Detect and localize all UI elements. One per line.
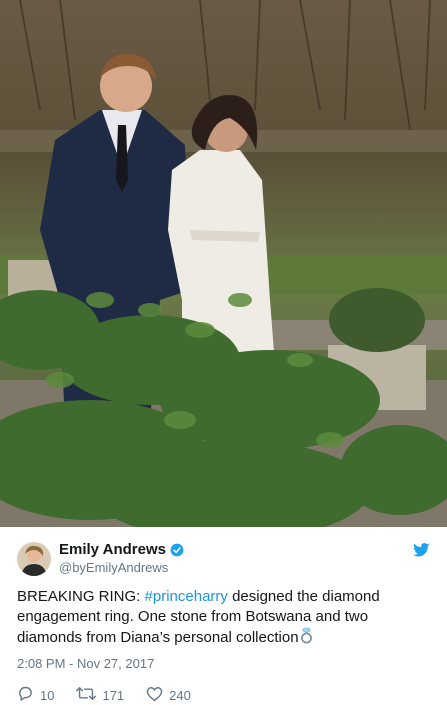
reply-button[interactable]: 10: [17, 685, 54, 705]
garden-photo: [0, 0, 447, 527]
user-names: Emily Andrews @byEmilyAndrews: [59, 541, 184, 577]
avatar-image: [17, 542, 51, 576]
tweet-photo[interactable]: [0, 0, 447, 527]
tweet-text-start: BREAKING RING:: [17, 588, 145, 605]
reply-icon: [17, 685, 34, 705]
reply-count: 10: [40, 687, 55, 703]
tweet-card: Emily Andrews @byEmilyAndrews BREAKING R…: [0, 527, 447, 703]
like-count: 240: [169, 687, 191, 703]
retweet-icon: [76, 685, 97, 705]
verified-badge-icon: [170, 543, 184, 557]
retweet-button[interactable]: 171: [76, 685, 124, 705]
display-name[interactable]: Emily Andrews: [59, 541, 166, 559]
twitter-bird-icon[interactable]: [412, 543, 430, 562]
like-button[interactable]: 240: [146, 686, 191, 705]
hashtag-link[interactable]: #princeharry: [145, 588, 228, 605]
retweet-count: 171: [102, 687, 125, 703]
tweet-header: Emily Andrews @byEmilyAndrews: [17, 541, 431, 577]
tweet-text: BREAKING RING: #princeharry designed the…: [17, 587, 431, 650]
tweet-timestamp[interactable]: 2:08 PM - Nov 27, 2017: [17, 656, 431, 671]
tweet-actions: 10 171 240: [17, 685, 431, 705]
user-handle[interactable]: @byEmilyAndrews: [59, 559, 184, 577]
like-icon: [146, 686, 163, 705]
avatar[interactable]: [17, 542, 51, 576]
ring-emoji-icon: [300, 627, 313, 650]
